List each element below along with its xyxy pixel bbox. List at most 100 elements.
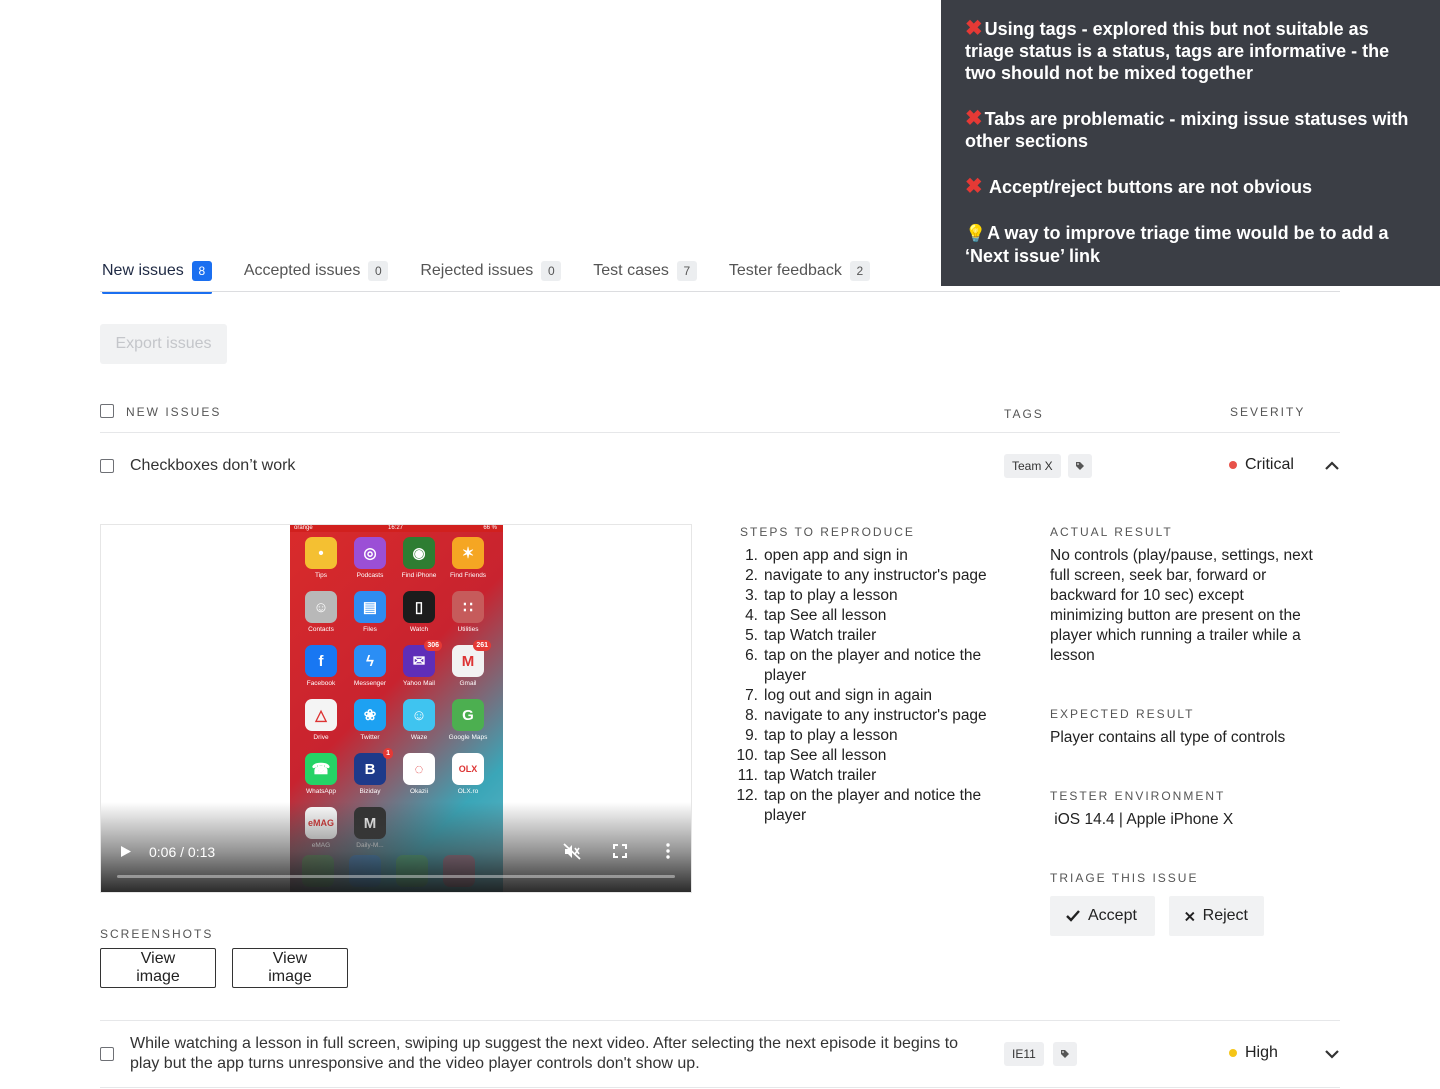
expected-result-heading: EXPECTED RESULT: [1050, 707, 1195, 721]
tag-chip[interactable]: Team X: [1004, 454, 1061, 478]
new-issues-header: NEW ISSUES: [126, 405, 222, 419]
severity-indicator: High: [1229, 1044, 1278, 1062]
chevron-up-icon[interactable]: [1323, 457, 1341, 475]
step-number: 2.: [745, 567, 758, 584]
app-icon: ▯: [403, 591, 435, 623]
phone-app: ϟ Messenger: [351, 645, 389, 687]
view-image-button[interactable]: View image: [232, 948, 348, 988]
tag-icon[interactable]: [1068, 454, 1092, 478]
issue-checkbox[interactable]: [100, 1047, 114, 1061]
app-glyph: ◉: [412, 545, 426, 562]
view-image-button[interactable]: View image: [100, 948, 216, 988]
step-item: 2. navigate to any instructor's page: [734, 566, 994, 586]
annotation-note: ✖ Tabs are problematic - mixing issue sta…: [965, 108, 1416, 152]
app-glyph: ▯: [414, 599, 424, 616]
step-number: 4.: [745, 607, 758, 624]
issue-checkbox[interactable]: [100, 459, 114, 473]
severity-label: High: [1245, 1044, 1278, 1061]
app-icon: △: [305, 699, 337, 731]
annotation-note-text: Accept/reject buttons are not obvious: [984, 177, 1312, 197]
export-issues-button[interactable]: Export issues: [100, 324, 227, 364]
phone-app: f Facebook: [302, 645, 340, 687]
step-text: navigate to any instructor's page: [764, 707, 987, 724]
annotation-note: ✖ Accept/reject buttons are not obvious: [965, 176, 1416, 198]
step-number: 5.: [745, 627, 758, 644]
step-item: 6. tap on the player and notice the playe…: [734, 646, 994, 686]
lightbulb-icon: 💡: [965, 224, 987, 243]
video-seek-bar[interactable]: [117, 875, 675, 878]
actual-result-heading: ACTUAL RESULT: [1050, 525, 1173, 539]
app-glyph: ∷: [463, 599, 473, 616]
app-badge: 306: [424, 640, 442, 651]
app-icon: ☎: [305, 753, 337, 785]
tab-rejected-issues[interactable]: Rejected issues 0: [420, 258, 562, 292]
app-glyph: ❀: [363, 707, 377, 724]
checkmark-icon: [1066, 910, 1080, 922]
video-time: 0:06 / 0:13: [149, 844, 216, 860]
step-text: tap Watch trailer: [764, 767, 877, 784]
annotation-note: 💡A way to improve triage time would be t…: [965, 222, 1416, 267]
severity-label: Critical: [1245, 456, 1294, 473]
step-text: tap on the player and notice the player: [764, 647, 982, 684]
app-icon: ✶: [452, 537, 484, 569]
chevron-down-icon[interactable]: [1323, 1045, 1341, 1063]
tab-label: Test cases: [593, 262, 669, 279]
app-label: Waze: [410, 734, 428, 741]
app-icon: •: [305, 537, 337, 569]
app-glyph: G: [462, 706, 474, 724]
tab-accepted-issues[interactable]: Accepted issues 0: [244, 258, 389, 292]
accept-button[interactable]: Accept: [1050, 896, 1155, 936]
select-all-checkbox[interactable]: [100, 404, 114, 418]
reject-label: Reject: [1202, 907, 1248, 924]
phone-time: 16:27: [388, 525, 404, 531]
app-label: Files: [363, 626, 377, 633]
cross-icon: ✖: [965, 175, 983, 198]
step-number: 7.: [745, 687, 758, 704]
step-number: 1.: [745, 547, 758, 564]
steps-heading: STEPS TO REPRODUCE: [740, 525, 915, 539]
step-text: tap on the player and notice the player: [764, 787, 982, 824]
tab-new-issues[interactable]: New issues 8: [102, 258, 212, 294]
tab-test-cases[interactable]: Test cases 7: [593, 258, 697, 292]
issue-title[interactable]: While watching a lesson in full screen, …: [130, 1034, 970, 1074]
app-badge: 261: [473, 640, 491, 651]
step-item: 4. tap See all lesson: [734, 606, 994, 626]
more-options-icon[interactable]: [665, 843, 671, 859]
tag-icon[interactable]: [1053, 1042, 1077, 1066]
app-label: Tips: [314, 572, 328, 579]
phone-app: B 1 Biziday: [351, 748, 393, 795]
step-item: 5. tap Watch trailer: [734, 626, 994, 646]
play-icon[interactable]: [120, 845, 132, 858]
severity-dot: [1229, 1049, 1237, 1057]
triage-heading: TRIAGE THIS ISSUE: [1050, 871, 1199, 885]
app-label: Utilities: [457, 626, 479, 633]
app-glyph: ◎: [363, 545, 377, 562]
issue-title[interactable]: Checkboxes don’t work: [130, 456, 295, 476]
video-player[interactable]: orange 16:27 66 % • Tips ◎ Podcasts ◉ Find iP…: [100, 524, 692, 893]
app-icon: B1: [354, 748, 393, 785]
tags-header: TAGS: [1004, 407, 1044, 421]
app-label: Drive: [313, 734, 329, 741]
annotation-note: ✖ Using tags - explored this but not suit…: [965, 18, 1416, 84]
tab-label: Accepted issues: [243, 262, 361, 279]
tab-tester-feedback[interactable]: Tester feedback 2: [729, 258, 870, 292]
phone-battery: 66 %: [483, 525, 497, 531]
app-label: Contacts: [308, 626, 334, 633]
step-text: tap to play a lesson: [764, 727, 898, 744]
app-icon: M 261: [452, 640, 491, 677]
step-item: 7. log out and sign in again: [734, 686, 994, 706]
step-item: 8. navigate to any instructor's page: [734, 706, 994, 726]
fullscreen-icon[interactable]: [613, 844, 627, 858]
phone-app: ☺ Waze: [400, 699, 438, 741]
muted-volume-icon[interactable]: [563, 843, 581, 860]
app-label: WhatsApp: [306, 788, 336, 795]
reject-button[interactable]: Reject: [1169, 896, 1264, 936]
tab-label: Rejected issues: [420, 262, 534, 279]
tester-environment-heading: TESTER ENVIRONMENT: [1050, 789, 1226, 803]
app-icon: ◎: [354, 537, 386, 569]
accept-label: Accept: [1088, 907, 1137, 924]
phone-app: ◌ Okazii: [400, 753, 438, 795]
tag-chip[interactable]: IE11: [1004, 1042, 1044, 1066]
app-label: Find iPhone: [401, 572, 437, 579]
step-text: log out and sign in again: [764, 687, 933, 704]
